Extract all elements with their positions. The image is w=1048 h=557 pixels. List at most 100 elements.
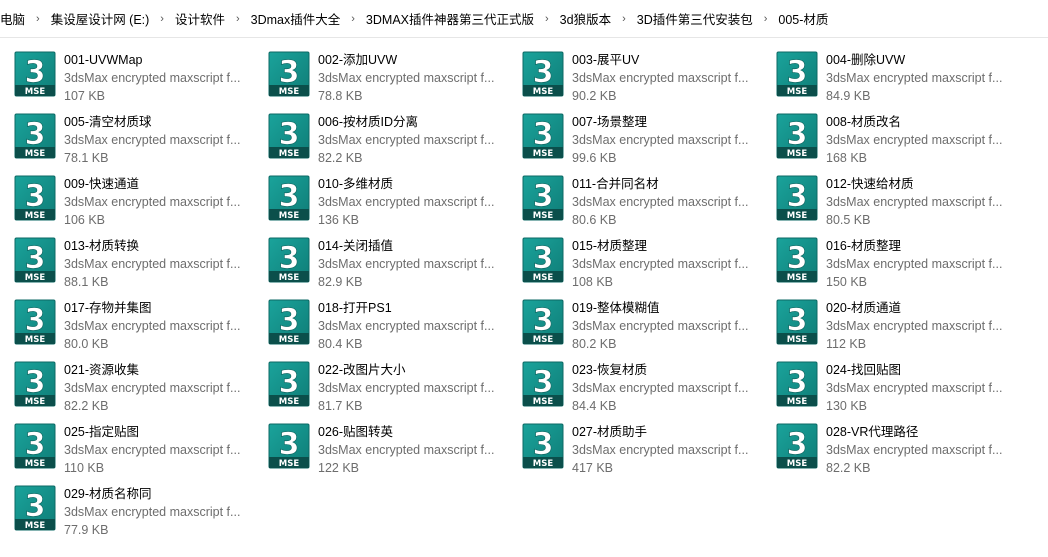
breadcrumb-separator-icon: › <box>545 12 549 25</box>
file-item[interactable]: 3 MSE 009-快速通道 3dsMax encrypted maxscrip… <box>12 169 266 231</box>
file-item[interactable]: 3 MSE 003-展平UV 3dsMax encrypted maxscrip… <box>520 45 774 107</box>
svg-text:MSE: MSE <box>787 335 808 345</box>
file-item[interactable]: 3 MSE 026-贴图转英 3dsMax encrypted maxscrip… <box>266 417 520 479</box>
svg-text:3: 3 <box>279 427 300 462</box>
mse-file-icon: 3 MSE <box>268 299 310 345</box>
file-name: 009-快速通道 <box>64 177 140 191</box>
file-item[interactable]: 3 MSE 006-按材质ID分离 3dsMax encrypted maxsc… <box>266 107 520 169</box>
file-type: 3dsMax encrypted maxscript f... <box>572 257 749 271</box>
breadcrumb-item[interactable]: 3D插件第三代安装包 <box>633 9 757 28</box>
breadcrumb-item[interactable]: 3Dmax插件大全 <box>247 9 345 28</box>
svg-text:3: 3 <box>787 427 808 462</box>
breadcrumb-item[interactable]: 设计软件 <box>171 9 229 28</box>
file-size: 107 KB <box>64 89 106 103</box>
file-item[interactable]: 3 MSE 008-材质改名 3dsMax encrypted maxscrip… <box>774 107 1028 169</box>
svg-text:3: 3 <box>25 117 46 152</box>
file-type: 3dsMax encrypted maxscript f... <box>64 505 241 519</box>
svg-text:3: 3 <box>787 55 808 90</box>
file-size: 82.2 KB <box>64 399 109 413</box>
file-item[interactable]: 3 MSE 014-关闭插值 3dsMax encrypted maxscrip… <box>266 231 520 293</box>
svg-text:MSE: MSE <box>533 87 554 97</box>
svg-text:3: 3 <box>279 303 300 338</box>
file-item[interactable]: 3 MSE 015-材质整理 3dsMax encrypted maxscrip… <box>520 231 774 293</box>
svg-text:MSE: MSE <box>25 273 46 283</box>
svg-text:MSE: MSE <box>25 211 46 221</box>
breadcrumb-item[interactable]: 3d狼版本 <box>556 9 615 28</box>
file-name: 018-打开PS1 <box>318 301 392 315</box>
file-item[interactable]: 3 MSE 021-资源收集 3dsMax encrypted maxscrip… <box>12 355 266 417</box>
file-name: 025-指定贴图 <box>64 425 140 439</box>
file-name: 023-恢复材质 <box>572 363 648 377</box>
file-type: 3dsMax encrypted maxscript f... <box>64 133 241 147</box>
file-item[interactable]: 3 MSE 011-合并同名材 3dsMax encrypted maxscri… <box>520 169 774 231</box>
mse-file-icon: 3 MSE <box>776 175 818 221</box>
file-item[interactable]: 3 MSE 025-指定贴图 3dsMax encrypted maxscrip… <box>12 417 266 479</box>
file-size: 108 KB <box>572 275 614 289</box>
file-size: 81.7 KB <box>318 399 363 413</box>
file-name: 013-材质转换 <box>64 239 140 253</box>
mse-file-icon: 3 MSE <box>522 113 564 159</box>
file-name: 020-材质通道 <box>826 301 902 315</box>
file-item[interactable]: 3 MSE 020-材质通道 3dsMax encrypted maxscrip… <box>774 293 1028 355</box>
file-item[interactable]: 3 MSE 024-找回贴图 3dsMax encrypted maxscrip… <box>774 355 1028 417</box>
file-item[interactable]: 3 MSE 023-恢复材质 3dsMax encrypted maxscrip… <box>520 355 774 417</box>
svg-text:MSE: MSE <box>533 273 554 283</box>
file-size: 106 KB <box>64 213 106 227</box>
file-item[interactable]: 3 MSE 002-添加UVW 3dsMax encrypted maxscri… <box>266 45 520 107</box>
file-item[interactable]: 3 MSE 007-场景整理 3dsMax encrypted maxscrip… <box>520 107 774 169</box>
file-type: 3dsMax encrypted maxscript f... <box>64 319 241 333</box>
file-name: 008-材质改名 <box>826 115 902 129</box>
breadcrumb-item[interactable]: 005-材质 <box>774 9 832 28</box>
file-type: 3dsMax encrypted maxscript f... <box>64 443 241 457</box>
file-name: 016-材质整理 <box>826 239 902 253</box>
file-type: 3dsMax encrypted maxscript f... <box>826 71 1003 85</box>
svg-text:MSE: MSE <box>25 459 46 469</box>
file-item[interactable]: 3 MSE 005-清空材质球 3dsMax encrypted maxscri… <box>12 107 266 169</box>
svg-text:MSE: MSE <box>787 149 808 159</box>
svg-text:MSE: MSE <box>787 459 808 469</box>
file-item[interactable]: 3 MSE 012-快速给材质 3dsMax encrypted maxscri… <box>774 169 1028 231</box>
file-type: 3dsMax encrypted maxscript f... <box>826 257 1003 271</box>
svg-text:3: 3 <box>279 365 300 400</box>
file-type: 3dsMax encrypted maxscript f... <box>826 195 1003 209</box>
file-item[interactable]: 3 MSE 001-UVWMap 3dsMax encrypted maxscr… <box>12 45 266 107</box>
file-item[interactable]: 3 MSE 029-材质名称同 3dsMax encrypted maxscri… <box>12 479 266 541</box>
file-grid: 3 MSE 001-UVWMap 3dsMax encrypted maxscr… <box>0 45 1048 541</box>
file-item[interactable]: 3 MSE 004-删除UVW 3dsMax encrypted maxscri… <box>774 45 1028 107</box>
file-item[interactable]: 3 MSE 010-多维材质 3dsMax encrypted maxscrip… <box>266 169 520 231</box>
file-item[interactable]: 3 MSE 016-材质整理 3dsMax encrypted maxscrip… <box>774 231 1028 293</box>
file-size: 112 KB <box>826 337 867 351</box>
mse-file-icon: 3 MSE <box>14 485 56 531</box>
file-name: 029-材质名称同 <box>64 487 152 501</box>
breadcrumb-item[interactable]: 3DMAX插件神器第三代正式版 <box>362 9 538 28</box>
file-type: 3dsMax encrypted maxscript f... <box>318 319 495 333</box>
file-size: 150 KB <box>826 275 868 289</box>
file-name: 014-关闭插值 <box>318 239 394 253</box>
breadcrumb-item[interactable]: 电脑 <box>0 9 29 28</box>
mse-file-icon: 3 MSE <box>522 361 564 407</box>
file-type: 3dsMax encrypted maxscript f... <box>64 71 241 85</box>
mse-file-icon: 3 MSE <box>14 423 56 469</box>
mse-file-icon: 3 MSE <box>776 361 818 407</box>
file-name: 006-按材质ID分离 <box>318 115 419 129</box>
file-type: 3dsMax encrypted maxscript f... <box>572 195 749 209</box>
file-type: 3dsMax encrypted maxscript f... <box>572 71 749 85</box>
file-item[interactable]: 3 MSE 013-材质转换 3dsMax encrypted maxscrip… <box>12 231 266 293</box>
file-item[interactable]: 3 MSE 022-改图片大小 3dsMax encrypted maxscri… <box>266 355 520 417</box>
mse-file-icon: 3 MSE <box>776 51 818 97</box>
file-type: 3dsMax encrypted maxscript f... <box>826 319 1003 333</box>
svg-text:MSE: MSE <box>279 459 300 469</box>
svg-text:3: 3 <box>533 55 554 90</box>
breadcrumb-item[interactable]: 集设屋设计网 (E:) <box>47 9 154 28</box>
file-item[interactable]: 3 MSE 027-材质助手 3dsMax encrypted maxscrip… <box>520 417 774 479</box>
file-item[interactable]: 3 MSE 019-整体模糊值 3dsMax encrypted maxscri… <box>520 293 774 355</box>
breadcrumb-separator-icon: › <box>622 12 626 25</box>
file-type: 3dsMax encrypted maxscript f... <box>572 319 749 333</box>
file-item[interactable]: 3 MSE 017-存物并集图 3dsMax encrypted maxscri… <box>12 293 266 355</box>
file-item[interactable]: 3 MSE 028-VR代理路径 3dsMax encrypted maxscr… <box>774 417 1028 479</box>
mse-file-icon: 3 MSE <box>14 361 56 407</box>
file-item[interactable]: 3 MSE 018-打开PS1 3dsMax encrypted maxscri… <box>266 293 520 355</box>
svg-text:MSE: MSE <box>533 335 554 345</box>
mse-file-icon: 3 MSE <box>14 113 56 159</box>
svg-text:MSE: MSE <box>787 397 808 407</box>
